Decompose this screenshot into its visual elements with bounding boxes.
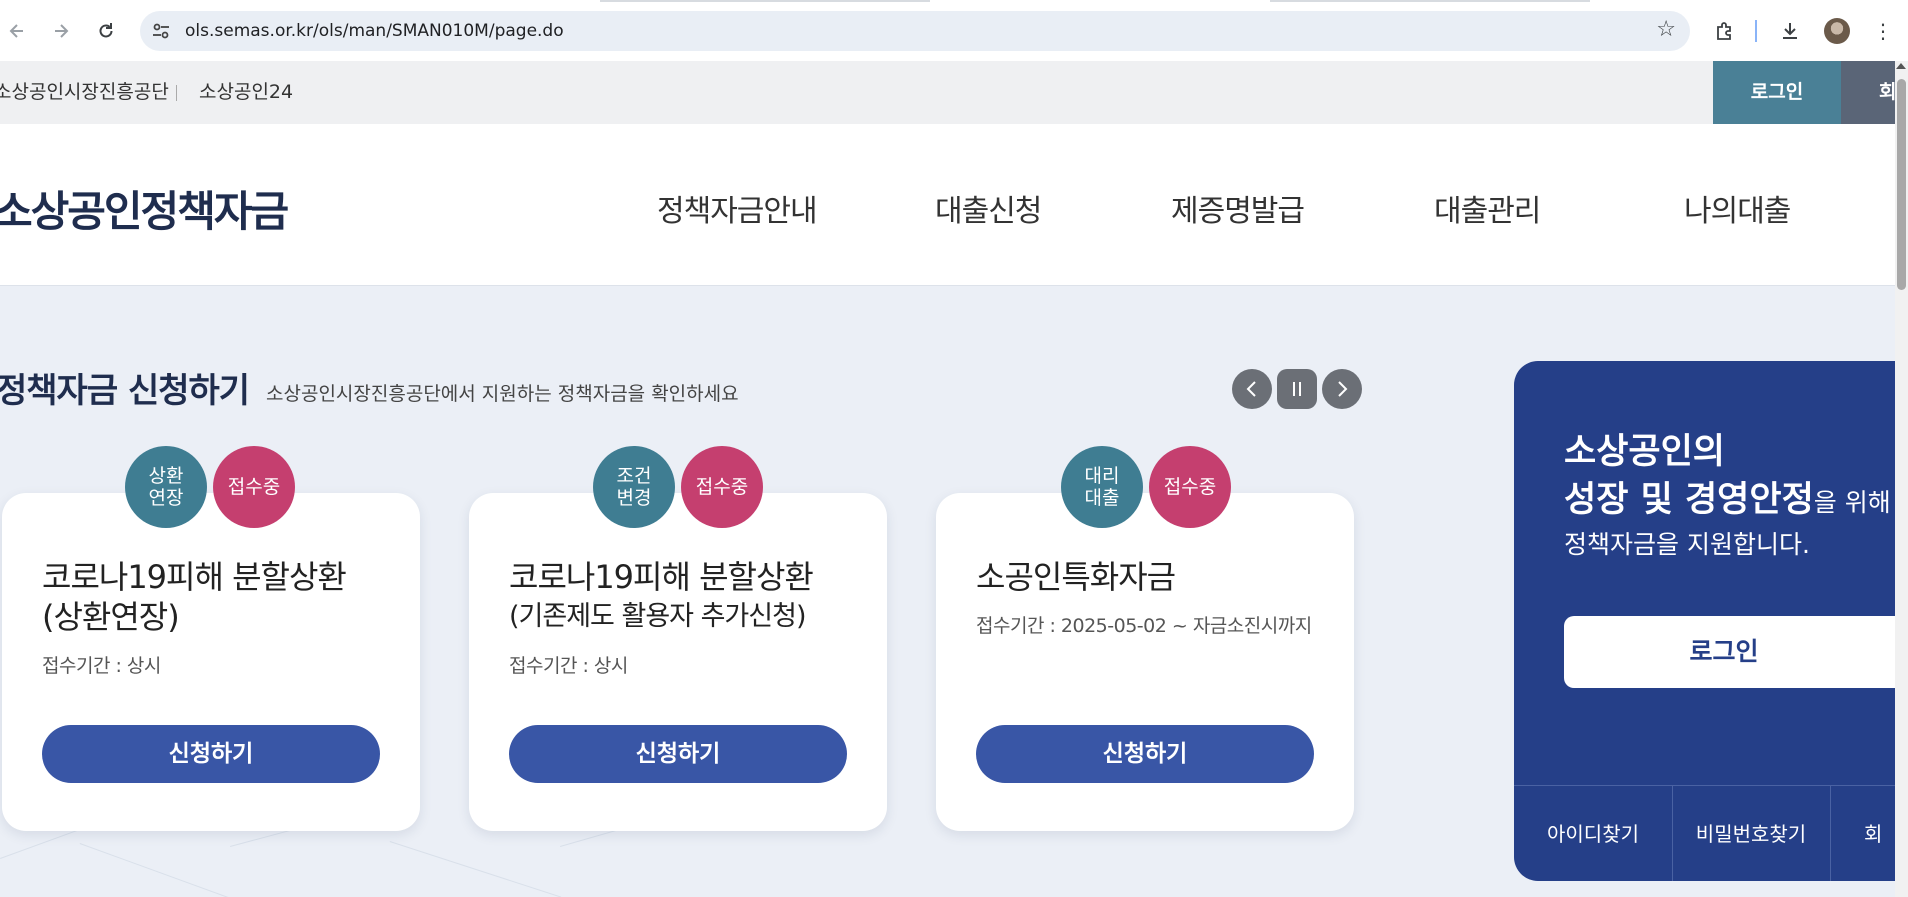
- toolbar-divider: [1755, 20, 1757, 42]
- join-link[interactable]: 회: [1830, 786, 1895, 881]
- tab-strip-edge: [600, 0, 930, 2]
- scroll-thumb[interactable]: [1897, 79, 1906, 290]
- puzzle-icon[interactable]: [1708, 14, 1742, 48]
- section-subtitle: 소상공인시장진흥공단에서 지원하는 정책자금을 확인하세요: [266, 383, 739, 405]
- badge-type: 조건 변경: [593, 446, 675, 528]
- site-header: 소상공인정책자금 정책자금안내 대출신청 제증명발급 대출관리 나의대출: [0, 124, 1895, 286]
- badge-type: 대리 대출: [1061, 446, 1143, 528]
- badge-type: 상환 연장: [125, 446, 207, 528]
- apply-button[interactable]: 신청하기: [509, 725, 847, 783]
- main-content: 정책자금 신청하기 소상공인시장진흥공단에서 지원하는 정책자금을 확인하세요 …: [0, 286, 1895, 897]
- apply-button[interactable]: 신청하기: [976, 725, 1314, 783]
- chevron-left-icon: [1246, 381, 1256, 397]
- panel-login-button[interactable]: 로그인: [1564, 616, 1895, 688]
- reload-icon: [99, 23, 113, 38]
- kebab-menu-icon[interactable]: ⋮: [1866, 14, 1900, 48]
- browser-toolbar: ols.semas.or.kr/ols/man/SMAN010M/page.do…: [0, 0, 1908, 61]
- nav-certificates[interactable]: 제증명발급: [1171, 186, 1305, 230]
- card-period: 접수기간 : 상시: [42, 655, 161, 677]
- panel-description: 정책자금을 지원합니다.: [1564, 530, 1810, 559]
- top-login-button[interactable]: 로그인: [1713, 61, 1841, 124]
- card-period: 접수기간 : 상시: [509, 655, 628, 677]
- pause-icon: [1293, 382, 1301, 396]
- panel-headline-2: 성장 및 경영안정을 위해: [1564, 480, 1891, 520]
- fund-card: 코로나19피해 분할상환 (기존제도 활용자 추가신청) 접수기간 : 상시 신…: [469, 493, 887, 831]
- address-bar[interactable]: ols.semas.or.kr/ols/man/SMAN010M/page.do…: [140, 11, 1690, 51]
- star-icon[interactable]: ☆: [1656, 17, 1676, 42]
- profile-avatar[interactable]: [1824, 18, 1850, 44]
- login-panel: 소상공인의 성장 및 경영안정을 위해 정책자금을 지원합니다. 로그인 아이디…: [1514, 361, 1895, 881]
- site-logo[interactable]: 소상공인정책자금: [0, 178, 289, 239]
- top-join-button[interactable]: 회: [1841, 61, 1901, 124]
- fund-card: 코로나19피해 분할상환 (상환연장) 접수기간 : 상시 신청하기: [2, 493, 420, 831]
- util-link-sbiz24[interactable]: 소상공인24: [199, 61, 293, 124]
- tab-strip-edge: [1270, 0, 1590, 2]
- page-scrollbar[interactable]: [1895, 61, 1908, 897]
- card-title: 소공인특화자금: [976, 558, 1176, 596]
- slider-next-button[interactable]: [1322, 369, 1362, 409]
- download-icon[interactable]: [1773, 14, 1807, 48]
- slider-prev-button[interactable]: [1232, 369, 1272, 409]
- nav-loan-manage[interactable]: 대출관리: [1434, 186, 1541, 230]
- nav-loan-apply[interactable]: 대출신청: [935, 186, 1042, 230]
- apply-button[interactable]: 신청하기: [42, 725, 380, 783]
- badge-status: 접수중: [681, 446, 763, 528]
- arrow-right-icon: [55, 24, 69, 38]
- scroll-up-arrow[interactable]: [1896, 63, 1906, 69]
- tune-icon[interactable]: [150, 20, 172, 42]
- card-period: 접수기간 : 2025-05-02 ~ 자금소진시까지: [976, 615, 1312, 637]
- card-title: 코로나19피해 분할상환 (상환연장): [42, 558, 347, 636]
- card-title: 코로나19피해 분할상환 (기존제도 활용자 추가신청): [509, 558, 814, 632]
- panel-footer: 아이디찾기 비밀번호찾기 회: [1514, 785, 1895, 881]
- utility-bar: 소상공인시장진흥공단 소상공인24 로그인 회: [0, 61, 1901, 124]
- badge-status: 접수중: [213, 446, 295, 528]
- util-link-semas[interactable]: 소상공인시장진흥공단: [0, 61, 169, 124]
- util-divider: [176, 85, 177, 101]
- chevron-right-icon: [1338, 381, 1348, 397]
- fund-card: 소공인특화자금 접수기간 : 2025-05-02 ~ 자금소진시까지 신청하기: [936, 493, 1354, 831]
- find-password-link[interactable]: 비밀번호찾기: [1672, 786, 1830, 881]
- back-button[interactable]: [0, 14, 34, 48]
- url-text[interactable]: ols.semas.or.kr/ols/man/SMAN010M/page.do: [185, 11, 564, 51]
- forward-button[interactable]: [44, 14, 78, 48]
- slider-pause-button[interactable]: [1277, 369, 1317, 409]
- reload-button[interactable]: [89, 14, 123, 48]
- badge-status: 접수중: [1149, 446, 1231, 528]
- find-id-link[interactable]: 아이디찾기: [1514, 786, 1672, 881]
- nav-my-loan[interactable]: 나의대출: [1684, 186, 1791, 230]
- section-title: 정책자금 신청하기: [0, 371, 250, 411]
- arrow-left-icon: [9, 24, 23, 38]
- panel-headline: 소상공인의: [1564, 432, 1726, 472]
- nav-policy-guide[interactable]: 정책자금안내: [657, 186, 818, 230]
